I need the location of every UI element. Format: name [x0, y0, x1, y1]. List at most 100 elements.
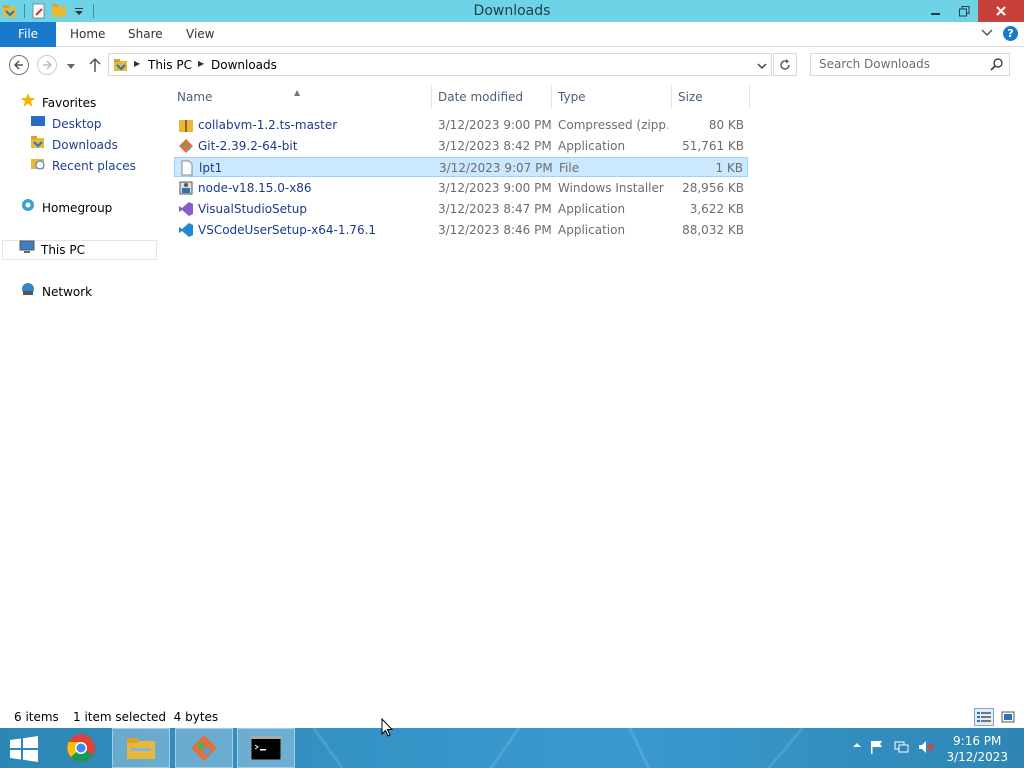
large-icons-view-icon[interactable]: [998, 708, 1018, 726]
nav-this-pc[interactable]: This PC: [2, 240, 157, 260]
file-type: Application: [558, 223, 626, 237]
chrome-icon: [67, 734, 95, 762]
column-header-type[interactable]: Type: [553, 85, 672, 109]
computer-icon: [19, 239, 35, 261]
help-icon[interactable]: ?: [1003, 26, 1018, 41]
taskbar-chrome[interactable]: [52, 728, 110, 768]
file-row-selected[interactable]: lpt1 3/12/2023 9:07 PM File 1 KB: [174, 157, 748, 177]
file-name: lpt1: [199, 161, 223, 175]
column-header-date[interactable]: Date modified: [433, 85, 552, 109]
file-size: 1 KB: [715, 161, 743, 175]
nav-network-label: Network: [42, 285, 93, 299]
tab-home[interactable]: Home: [70, 22, 105, 47]
search-input[interactable]: [819, 57, 979, 71]
navigation-bar: ▶ This PC ▶ Downloads: [0, 47, 1024, 83]
file-row[interactable]: VisualStudioSetup 3/12/2023 8:47 PM Appl…: [174, 199, 748, 219]
search-icon[interactable]: [990, 58, 1003, 74]
clock[interactable]: 9:16 PM 3/12/2023: [946, 733, 1008, 765]
file-size: 80 KB: [708, 118, 744, 132]
nav-homegroup[interactable]: Homegroup: [20, 198, 112, 218]
file-type: Application: [558, 139, 626, 153]
refresh-button[interactable]: [773, 53, 797, 76]
status-bar: 6 items 1 item selected 4 bytes: [0, 706, 1024, 728]
installer-icon: [178, 180, 194, 196]
file-name: VSCodeUserSetup-x64-1.76.1: [198, 223, 377, 237]
search-box[interactable]: [810, 53, 1010, 76]
window-title: Downloads: [473, 3, 551, 19]
file-row[interactable]: collabvm-1.2.ts-master 3/12/2023 9:00 PM…: [174, 115, 748, 135]
taskbar-git[interactable]: [175, 728, 233, 768]
sort-ascending-icon: ▲: [294, 88, 301, 97]
tab-share[interactable]: Share: [128, 22, 163, 47]
breadcrumb-this-pc[interactable]: This PC: [148, 58, 192, 72]
vscode-icon: [178, 222, 194, 238]
nav-network[interactable]: Network: [20, 282, 92, 302]
ribbon-tabs: File Home Share View ?: [0, 22, 1024, 47]
close-button[interactable]: [978, 0, 1024, 22]
tab-file[interactable]: File: [0, 22, 56, 47]
file-name: node-v18.15.0-x86: [198, 181, 312, 195]
file-date: 3/12/2023 8:42 PM: [438, 139, 552, 153]
nav-favorites[interactable]: Favorites: [20, 93, 96, 113]
ribbon-right-controls: ?: [981, 26, 1018, 41]
navigation-pane: Favorites Desktop Downloads Recent place…: [0, 83, 158, 703]
git-icon: [178, 138, 194, 154]
breadcrumb-separator-icon[interactable]: ▶: [134, 59, 140, 68]
clock-time: 9:16 PM: [953, 734, 1002, 748]
nav-downloads[interactable]: Downloads: [30, 135, 118, 155]
nav-recent-places[interactable]: Recent places: [30, 156, 136, 176]
restore-button[interactable]: [950, 0, 978, 22]
file-icon: [179, 160, 195, 176]
file-row[interactable]: VSCodeUserSetup-x64-1.76.1 3/12/2023 8:4…: [174, 220, 748, 240]
file-explorer-icon: [127, 738, 155, 759]
selection-info: 1 item selected 4 bytes: [73, 710, 219, 724]
volume-muted-icon[interactable]: [918, 740, 934, 757]
file-row[interactable]: Git-2.39.2-64-bit 3/12/2023 8:42 PM Appl…: [174, 136, 748, 156]
taskbar-file-explorer[interactable]: [112, 728, 170, 768]
nav-favorites-label: Favorites: [42, 96, 97, 110]
wallpaper-stripe: [474, 728, 529, 768]
file-size: 28,956 KB: [682, 181, 744, 195]
up-arrow-icon[interactable]: [88, 57, 102, 76]
action-center-flag-icon[interactable]: [870, 740, 884, 757]
column-header-size[interactable]: Size: [673, 85, 750, 109]
downloads-icon: [30, 134, 46, 156]
wallpaper-stripe: [304, 728, 359, 768]
back-button[interactable]: [9, 55, 29, 75]
address-dropdown-icon[interactable]: [757, 60, 767, 74]
taskbar: 9:16 PM 3/12/2023: [0, 728, 1024, 768]
file-type: File: [559, 161, 580, 175]
file-row[interactable]: node-v18.15.0-x86 3/12/2023 9:00 PM Wind…: [174, 178, 748, 198]
tab-view[interactable]: View: [186, 22, 214, 47]
window-controls: [922, 0, 1024, 22]
forward-button[interactable]: [37, 55, 57, 75]
visual-studio-icon: [178, 201, 194, 217]
file-type: Windows Installer ...: [558, 181, 668, 195]
nav-homegroup-label: Homegroup: [42, 201, 113, 215]
minimize-button[interactable]: [922, 0, 950, 22]
nav-desktop-label: Desktop: [52, 117, 102, 131]
breadcrumb-downloads[interactable]: Downloads: [211, 58, 277, 72]
file-name: collabvm-1.2.ts-master: [198, 118, 338, 132]
start-button[interactable]: [10, 736, 38, 765]
star-icon: [20, 92, 36, 114]
recent-locations-icon[interactable]: [66, 60, 76, 74]
desktop-icon: [30, 113, 46, 135]
address-bar[interactable]: ▶ This PC ▶ Downloads: [108, 53, 772, 76]
file-size: 88,032 KB: [682, 223, 744, 237]
show-hidden-icons-icon[interactable]: [852, 740, 862, 753]
taskbar-command-prompt[interactable]: [237, 728, 295, 768]
network-tray-icon[interactable]: [894, 740, 910, 757]
file-size: 51,761 KB: [682, 139, 744, 153]
wallpaper-stripe: [621, 728, 662, 768]
column-header-name[interactable]: Name ▲: [172, 85, 432, 109]
nav-this-pc-label: This PC: [41, 243, 85, 257]
git-installer-icon: [191, 735, 217, 761]
file-type: Compressed (zipp...: [558, 118, 668, 132]
nav-desktop[interactable]: Desktop: [30, 114, 102, 134]
homegroup-icon: [20, 197, 36, 219]
details-view-icon[interactable]: [974, 708, 994, 726]
nav-downloads-label: Downloads: [52, 138, 118, 152]
breadcrumb-separator-icon[interactable]: ▶: [198, 59, 204, 68]
expand-ribbon-icon[interactable]: [981, 27, 993, 41]
